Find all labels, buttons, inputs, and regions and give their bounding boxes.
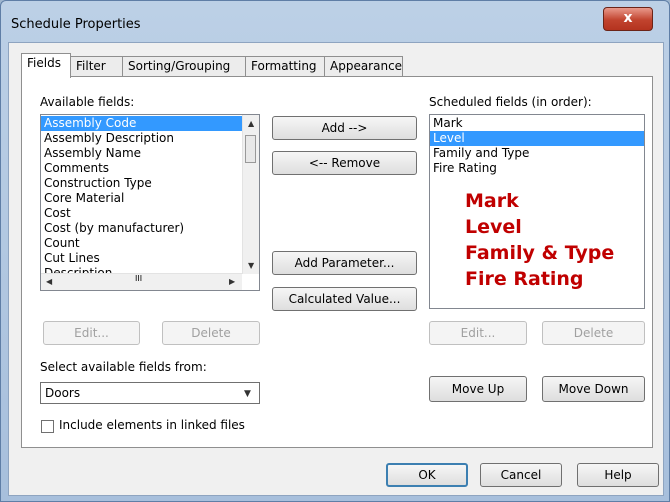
move-up-button[interactable]: Move Up xyxy=(429,376,527,402)
select-from-dropdown[interactable]: Doors ▼ xyxy=(40,382,260,404)
annotation-line: Level xyxy=(465,216,522,238)
available-field-item[interactable]: Count xyxy=(41,236,242,251)
close-icon: x xyxy=(623,10,633,26)
scheduled-items: Mark Level Family and Type Fire Rating xyxy=(430,116,644,176)
calculated-value-button[interactable]: Calculated Value... xyxy=(272,287,417,311)
add-parameter-button[interactable]: Add Parameter... xyxy=(272,251,417,275)
include-linked-label[interactable]: Include elements in linked files xyxy=(59,418,245,432)
delete-scheduled-button[interactable]: Delete xyxy=(542,321,645,345)
scheduled-field-item[interactable]: Mark xyxy=(430,116,644,131)
add-button[interactable]: Add --> xyxy=(272,116,417,140)
ok-button[interactable]: OK xyxy=(386,463,468,487)
annotation-line: Mark xyxy=(465,190,519,212)
available-field-item[interactable]: Core Material xyxy=(41,191,242,206)
available-items: Assembly Code Assembly Description Assembl… xyxy=(41,116,242,281)
available-fields-list[interactable]: Assembly Code Assembly Description Assembl… xyxy=(40,114,260,291)
handwritten-annotation: Mark Level Family & Type Fire Rating xyxy=(465,188,614,292)
remove-button[interactable]: <-- Remove xyxy=(272,151,417,175)
available-field-item[interactable]: Comments xyxy=(41,161,242,176)
help-button[interactable]: Help xyxy=(577,463,659,487)
available-field-item[interactable]: Cut Lines xyxy=(41,251,242,266)
scroll-right-icon[interactable]: ▶ xyxy=(229,277,235,286)
available-field-item[interactable]: Cost (by manufacturer) xyxy=(41,221,242,236)
available-field-item[interactable]: Assembly Description xyxy=(41,131,242,146)
annotation-line: Family & Type xyxy=(465,242,615,264)
scheduled-field-item[interactable]: Fire Rating xyxy=(430,161,644,176)
dialog-window: Schedule Properties x Fields Filter Sort… xyxy=(0,0,670,502)
scroll-left-icon[interactable]: ◀ xyxy=(46,277,52,286)
fields-tab-panel: Available fields: Assembly Code Assembly … xyxy=(21,76,653,448)
available-field-item[interactable]: Cost xyxy=(41,206,242,221)
edit-available-button[interactable]: Edit... xyxy=(43,321,140,345)
dialog-client: Fields Filter Sorting/Grouping Formattin… xyxy=(8,42,664,496)
select-from-value: Doors xyxy=(45,386,81,400)
cancel-button[interactable]: Cancel xyxy=(480,463,562,487)
close-button[interactable]: x xyxy=(603,7,653,31)
available-field-item[interactable]: Assembly Code xyxy=(41,116,242,131)
include-linked-checkbox[interactable] xyxy=(41,420,54,433)
available-hscrollbar[interactable]: ◀ III ▶ xyxy=(41,273,242,290)
tab-filter[interactable]: Filter xyxy=(70,56,123,77)
chevron-down-icon[interactable]: ▼ xyxy=(244,384,251,404)
move-down-button[interactable]: Move Down xyxy=(542,376,645,402)
annotation-line: Fire Rating xyxy=(465,268,584,290)
delete-available-button[interactable]: Delete xyxy=(162,321,260,345)
select-from-label: Select available fields from: xyxy=(40,360,207,374)
hscroll-grip-icon[interactable]: III xyxy=(135,274,142,283)
tab-sorting-grouping[interactable]: Sorting/Grouping xyxy=(122,56,246,77)
tab-appearance[interactable]: Appearance xyxy=(324,56,403,77)
scheduled-field-item[interactable]: Level xyxy=(430,131,644,146)
tab-formatting[interactable]: Formatting xyxy=(245,56,325,77)
scheduled-fields-label: Scheduled fields (in order): xyxy=(429,95,592,109)
scheduled-field-item[interactable]: Family and Type xyxy=(430,146,644,161)
tab-fields[interactable]: Fields xyxy=(21,53,71,78)
available-fields-label: Available fields: xyxy=(40,95,135,109)
scroll-up-icon[interactable]: ▲ xyxy=(248,119,254,128)
available-field-item[interactable]: Construction Type xyxy=(41,176,242,191)
scroll-down-icon[interactable]: ▼ xyxy=(248,261,254,270)
scroll-thumb[interactable] xyxy=(245,135,256,163)
edit-scheduled-button[interactable]: Edit... xyxy=(429,321,527,345)
title-bar[interactable]: Schedule Properties x xyxy=(1,1,669,41)
available-field-item[interactable]: Assembly Name xyxy=(41,146,242,161)
window-title: Schedule Properties xyxy=(11,17,141,32)
available-vscrollbar[interactable]: ▲ ▼ xyxy=(242,115,259,274)
